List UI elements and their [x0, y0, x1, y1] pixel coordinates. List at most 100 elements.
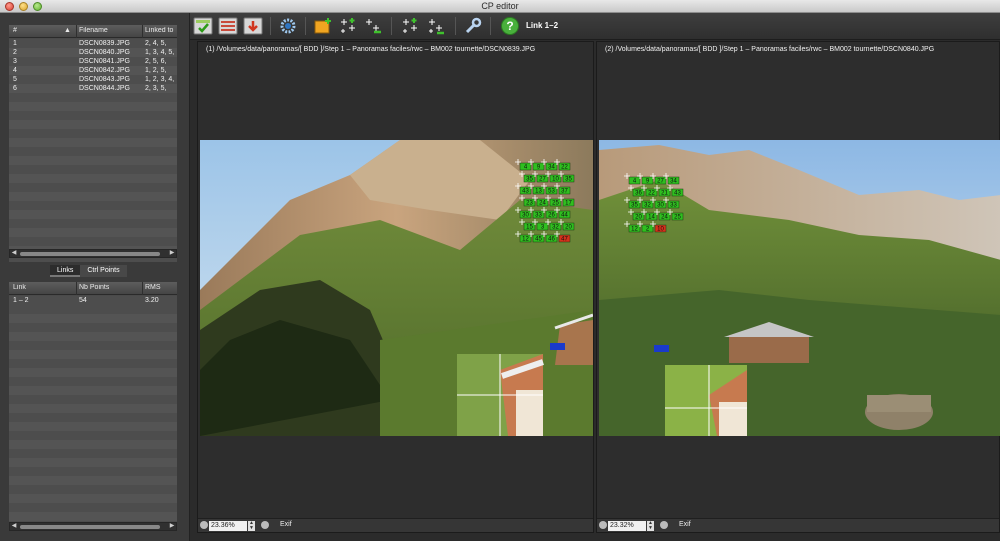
- add-grid-icon[interactable]: [338, 16, 358, 36]
- zoom-stepper-icon[interactable]: ▲ ▼: [248, 521, 255, 531]
- gear-icon[interactable]: [278, 16, 298, 36]
- links-table: Link Nb Points RMS 1 – 2 54 3.20: [9, 282, 177, 524]
- table-row[interactable]: 2 DSCN0840.JPG 1, 3, 4, 5,: [9, 48, 177, 57]
- control-point-label: 12: [631, 227, 638, 233]
- control-point-label: 35: [631, 203, 638, 209]
- control-point-label: 34: [670, 179, 677, 185]
- table-row[interactable]: 4 DSCN0842.JPG 1, 2, 5,: [9, 66, 177, 75]
- title-bar: CP editor: [0, 0, 1000, 13]
- help-icon[interactable]: ?: [500, 16, 520, 36]
- control-point-label: 25: [552, 201, 559, 207]
- control-point-label: 33: [535, 213, 542, 219]
- tab-ctrl-points[interactable]: Ctrl Points: [80, 265, 127, 277]
- zoom-icon[interactable]: [200, 521, 208, 529]
- control-point-label: 22: [561, 165, 568, 171]
- right-photo[interactable]: 4 9 27 3436 22 21 4335 32 30 3320 14 24 2512 2 10: [599, 140, 1000, 436]
- control-point-label: 23: [526, 201, 533, 207]
- control-point-label: 15: [526, 225, 533, 231]
- selected-point-marker[interactable]: [550, 343, 565, 350]
- window-title: CP editor: [481, 1, 519, 11]
- sort-arrow-icon[interactable]: ▲: [64, 27, 71, 34]
- header-filename[interactable]: Filename: [79, 27, 108, 34]
- zoom-stepper-icon[interactable]: ▲ ▼: [647, 521, 654, 531]
- exif-icon[interactable]: [660, 521, 668, 529]
- add-grid-alt-icon[interactable]: [400, 16, 420, 36]
- images-table-scrollbar[interactable]: ◀ ▶: [9, 249, 177, 258]
- control-point-label: 12: [522, 237, 529, 243]
- right-image-panel: (2) /Volumes/data/panoramas/[ BDD ]/Step…: [596, 41, 1000, 533]
- control-point-label: 13: [535, 189, 542, 195]
- svg-text:?: ?: [506, 19, 513, 33]
- control-point-label: 27: [539, 177, 546, 183]
- header-number[interactable]: #: [13, 27, 17, 34]
- export-red-icon[interactable]: [243, 16, 263, 36]
- control-point-label: 36: [635, 191, 642, 197]
- control-point-label: 30: [657, 203, 664, 209]
- control-point-label: 10: [552, 177, 559, 183]
- table-row[interactable]: 1 – 2 54 3.20: [9, 296, 177, 305]
- scroll-right-icon[interactable]: ▶: [168, 250, 176, 257]
- zoom-icon[interactable]: [599, 521, 607, 529]
- left-exif-button[interactable]: Exif: [280, 521, 292, 528]
- control-point-label: 17: [565, 201, 572, 207]
- tab-links[interactable]: Links: [50, 265, 81, 277]
- right-exif-button[interactable]: Exif: [679, 521, 691, 528]
- header-linked-to[interactable]: Linked to: [145, 27, 177, 34]
- table-row[interactable]: 6 DSCN0844.JPG 2, 3, 5,: [9, 84, 177, 93]
- images-table-header: # ▲ Filename Linked to: [9, 25, 177, 38]
- control-point-label: 30: [522, 213, 529, 219]
- left-image-canvas[interactable]: 4 9 34 22 35 27 10 35 43 13 53 37 23 24 25 17 30 33 26 44 15…: [200, 140, 593, 436]
- control-point-label: 53: [548, 189, 555, 195]
- save-green-icon[interactable]: [193, 16, 213, 36]
- add-point-icon[interactable]: [313, 16, 333, 36]
- scrollbar-thumb[interactable]: [20, 525, 160, 529]
- header-nb-points[interactable]: Nb Points: [79, 284, 109, 291]
- table-row[interactable]: 3 DSCN0841.JPG 2, 5, 6,: [9, 57, 177, 66]
- control-point-label: 47: [561, 237, 568, 243]
- scrollbar-thumb[interactable]: [20, 252, 160, 256]
- left-image-path: (1) /Volumes/data/panoramas/[ BDD ]/Step…: [206, 46, 536, 53]
- table-row[interactable]: 5 DSCN0843.JPG 1, 2, 3, 4,: [9, 75, 177, 84]
- table-row[interactable]: 1 DSCN0839.JPG 2, 4, 5,: [9, 39, 177, 48]
- left-photo[interactable]: 4 9 34 2235 27 10 3543 13 53 3723 24 25 1730 33 26 4415…: [200, 140, 593, 436]
- control-point-label: 21: [661, 191, 668, 197]
- control-point-label: 10: [657, 227, 664, 233]
- control-point-label: 26: [548, 213, 555, 219]
- remove-grid-icon[interactable]: [426, 16, 446, 36]
- tab-bar: Links Ctrl Points: [50, 265, 127, 277]
- left-zoom-input[interactable]: 23.36%: [209, 521, 247, 531]
- control-point-label: 24: [661, 215, 668, 221]
- control-point-label: 25: [674, 215, 681, 221]
- right-image-canvas[interactable]: 4 9 27 34 36 22 21 43 35 32 30 33 20 14 24 25 12 2 10: [599, 140, 1000, 436]
- control-point-label: 37: [561, 189, 568, 195]
- control-point-label: 33: [670, 203, 677, 209]
- control-point-label: 14: [648, 215, 655, 221]
- selected-point-marker[interactable]: [654, 345, 669, 352]
- exif-icon[interactable]: [261, 521, 269, 529]
- toolbar: ? Link 1–2: [190, 13, 1000, 40]
- header-link[interactable]: Link: [13, 284, 26, 291]
- scroll-left-icon[interactable]: ◀: [10, 523, 18, 530]
- wrench-icon[interactable]: [463, 16, 483, 36]
- left-image-footer: 23.36% ▲ ▼ Exif: [198, 518, 593, 532]
- control-point-label: 35: [526, 177, 533, 183]
- control-point-label: 24: [539, 201, 546, 207]
- left-panel: # ▲ Filename Linked to 1 DSCN0839.JPG 2, 4…: [0, 13, 190, 541]
- control-point-label: 20: [565, 225, 572, 231]
- control-point-label: 22: [648, 191, 655, 197]
- header-rms[interactable]: RMS: [145, 284, 161, 291]
- links-table-rows: 1 – 2 54 3.20: [9, 296, 177, 305]
- right-image-footer: 23.32% ▲ ▼ Exif: [597, 518, 999, 532]
- control-point-label: 20: [635, 215, 642, 221]
- control-point-label: 43: [522, 189, 529, 195]
- images-table: # ▲ Filename Linked to 1 DSCN0839.JPG 2, 4…: [9, 25, 177, 262]
- control-point-label: 46: [548, 237, 555, 243]
- links-table-scrollbar[interactable]: ◀ ▶: [9, 522, 177, 531]
- right-image-path: (2) /Volumes/data/panoramas/[ BDD ]/Step…: [605, 46, 935, 53]
- scroll-right-icon[interactable]: ▶: [168, 523, 176, 530]
- remove-point-icon[interactable]: [363, 16, 383, 36]
- right-zoom-input[interactable]: 23.32%: [608, 521, 646, 531]
- scroll-left-icon[interactable]: ◀: [10, 250, 18, 257]
- control-point-label: 27: [657, 179, 664, 185]
- list-icon[interactable]: [218, 16, 238, 36]
